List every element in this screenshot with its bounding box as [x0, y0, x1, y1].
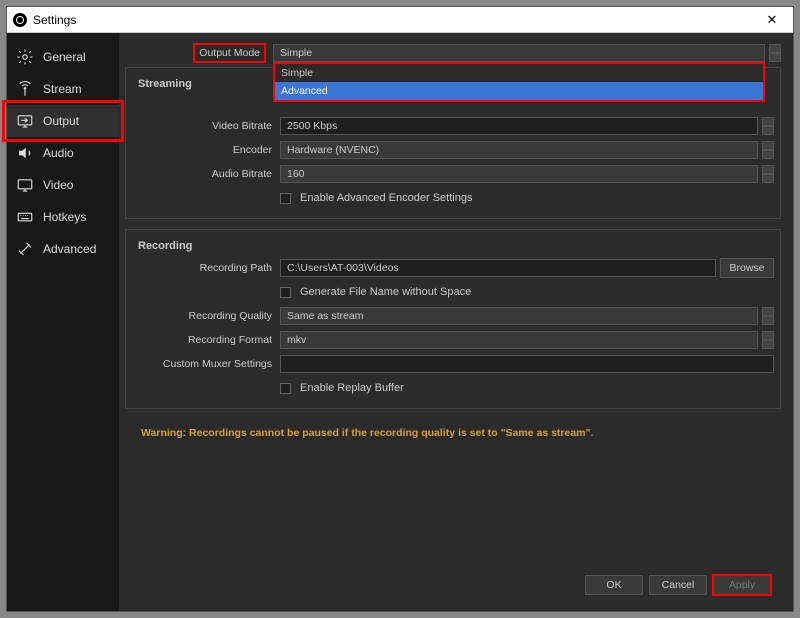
recording-section: Recording Recording Path C:\Users\AT-003…: [125, 229, 781, 409]
recording-quality-label: Recording Quality: [132, 310, 280, 322]
recording-format-label: Recording Format: [132, 334, 280, 346]
sidebar-label: Output: [43, 114, 79, 128]
settings-window: Settings ✕ General Stream Output Audio: [6, 6, 794, 612]
dropdown-option-simple[interactable]: Simple: [275, 64, 763, 82]
muxer-input[interactable]: [280, 355, 774, 373]
window-title: Settings: [33, 13, 76, 27]
video-bitrate-input[interactable]: 2500 Kbps: [280, 117, 758, 135]
antenna-icon: [15, 79, 35, 99]
gear-icon: [15, 47, 35, 67]
recording-path-label: Recording Path: [132, 262, 280, 274]
sidebar-label: Audio: [43, 146, 74, 160]
sidebar: General Stream Output Audio Video Hotkey…: [7, 33, 119, 611]
output-mode-label: Output Mode: [194, 44, 265, 62]
video-bitrate-label: Video Bitrate: [132, 120, 280, 132]
warning-text: Warning: Recordings cannot be paused if …: [125, 419, 781, 447]
monitor-icon: [15, 175, 35, 195]
replay-buffer-label: Enable Replay Buffer: [300, 382, 404, 394]
audio-bitrate-select[interactable]: 160: [280, 165, 758, 183]
app-logo-icon: [13, 13, 27, 27]
video-bitrate-stepper[interactable]: [762, 117, 774, 135]
no-space-checkbox[interactable]: [280, 287, 291, 298]
encoder-stepper[interactable]: [762, 141, 774, 159]
close-button[interactable]: ✕: [757, 12, 787, 28]
audio-bitrate-label: Audio Bitrate: [132, 168, 280, 180]
titlebar: Settings ✕: [7, 7, 793, 33]
recording-format-select[interactable]: mkv: [280, 331, 758, 349]
adv-encoder-label: Enable Advanced Encoder Settings: [300, 192, 472, 204]
dropdown-option-advanced[interactable]: Advanced: [275, 82, 763, 100]
output-mode-dropdown: Simple Advanced: [274, 63, 764, 101]
sidebar-item-output[interactable]: Output: [7, 105, 119, 137]
monitor-arrow-icon: [15, 111, 35, 131]
sidebar-item-general[interactable]: General: [7, 41, 119, 73]
main-panel: Output Mode Simple Simple Advanced Strea…: [119, 33, 793, 611]
sidebar-label: General: [43, 50, 86, 64]
audio-bitrate-stepper[interactable]: [762, 165, 774, 183]
tools-icon: [15, 239, 35, 259]
browse-button[interactable]: Browse: [720, 258, 774, 278]
muxer-label: Custom Muxer Settings: [132, 358, 280, 370]
output-mode-value: Simple: [280, 47, 312, 59]
recording-quality-select[interactable]: Same as stream: [280, 307, 758, 325]
output-mode-select[interactable]: Simple Simple Advanced: [273, 44, 765, 62]
sidebar-item-stream[interactable]: Stream: [7, 73, 119, 105]
sidebar-item-advanced[interactable]: Advanced: [7, 233, 119, 265]
sidebar-item-hotkeys[interactable]: Hotkeys: [7, 201, 119, 233]
encoder-select[interactable]: Hardware (NVENC): [280, 141, 758, 159]
no-space-label: Generate File Name without Space: [300, 286, 471, 298]
replay-buffer-checkbox[interactable]: [280, 383, 291, 394]
recording-title: Recording: [132, 236, 774, 258]
encoder-label: Encoder: [132, 144, 280, 156]
ok-button[interactable]: OK: [585, 575, 643, 595]
recording-quality-stepper[interactable]: [762, 307, 774, 325]
cancel-button[interactable]: Cancel: [649, 575, 707, 595]
adv-encoder-checkbox[interactable]: [280, 193, 291, 204]
keyboard-icon: [15, 207, 35, 227]
speaker-icon: [15, 143, 35, 163]
output-mode-stepper[interactable]: [769, 44, 781, 62]
apply-button[interactable]: Apply: [713, 575, 771, 595]
sidebar-label: Video: [43, 178, 73, 192]
sidebar-label: Advanced: [43, 242, 96, 256]
sidebar-label: Stream: [43, 82, 82, 96]
sidebar-item-audio[interactable]: Audio: [7, 137, 119, 169]
recording-format-stepper[interactable]: [762, 331, 774, 349]
dialog-footer: OK Cancel Apply: [125, 567, 781, 603]
sidebar-label: Hotkeys: [43, 210, 86, 224]
recording-path-input[interactable]: C:\Users\AT-003\Videos: [280, 259, 716, 277]
sidebar-item-video[interactable]: Video: [7, 169, 119, 201]
